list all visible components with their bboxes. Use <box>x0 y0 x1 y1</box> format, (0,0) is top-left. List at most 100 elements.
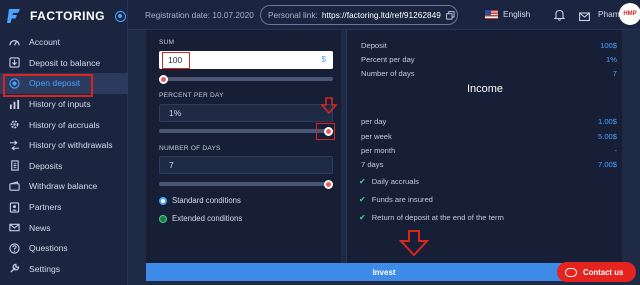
sidebar-item-questions[interactable]: Questions <box>0 238 128 259</box>
bell-icon[interactable] <box>553 8 566 21</box>
sidebar-item-label: Open deposit <box>29 78 81 89</box>
income-label: 7 days <box>361 160 384 169</box>
wrench-icon <box>8 263 20 275</box>
extended-conditions-option[interactable]: Extended conditions <box>159 214 242 223</box>
question-icon <box>8 242 20 254</box>
language-selector[interactable]: English <box>485 9 530 19</box>
sidebar-item-label: Deposits <box>29 160 63 171</box>
deposit-form: SUM 100 $ PERCENT PER DAY 1% NUMBER OF D… <box>146 30 341 263</box>
feature-daily-accruals: ✔ Daily accruals <box>359 177 419 186</box>
sidebar: FACTORING Account Deposit to balance Ope… <box>0 0 128 285</box>
personal-link[interactable]: Personal link: https://factoring.ltd/ref… <box>260 5 458 25</box>
summary-value: 100$ <box>600 41 617 50</box>
sidebar-item-label: News <box>29 222 51 233</box>
bars-icon <box>8 98 20 110</box>
days-slider-handle[interactable] <box>324 179 333 189</box>
income-label: per week <box>361 132 392 141</box>
percent-input[interactable]: 1% <box>159 104 333 122</box>
invest-button[interactable]: Invest <box>146 263 622 281</box>
sidebar-item-label: Partners <box>29 202 62 213</box>
income-value: 7.00$ <box>597 160 617 169</box>
chat-icon <box>565 267 577 277</box>
copy-icon[interactable] <box>446 10 455 20</box>
income-value: 1.00$ <box>597 117 617 126</box>
sum-highlight <box>162 52 190 69</box>
income-value: - <box>614 146 617 155</box>
list-icon <box>8 160 20 172</box>
sidebar-nav: Account Deposit to balance Open deposit … <box>0 32 128 279</box>
summary-label: Percent per day <box>361 55 415 64</box>
sidebar-item-deposits[interactable]: Deposits <box>0 156 128 177</box>
language-label: English <box>503 9 531 19</box>
sidebar-item-label: Withdraw balance <box>29 181 98 192</box>
mail-icon <box>8 222 20 234</box>
sum-slider[interactable] <box>159 74 333 84</box>
logo-icon <box>6 8 22 24</box>
sidebar-item-history-of-accruals[interactable]: History of accruals <box>0 114 128 135</box>
percent-slider[interactable] <box>159 126 333 136</box>
sidebar-item-account[interactable]: Account <box>0 32 128 53</box>
income-summary: Deposit 100$ Percent per day 1% Number o… <box>346 30 622 263</box>
summary-value: 1% <box>606 55 617 64</box>
income-label: per month <box>361 146 396 155</box>
feature-funds-insured: ✔ Funds are insured <box>359 195 433 204</box>
top-bar: Registration date: 10.07.2020 Personal l… <box>128 0 640 30</box>
sidebar-item-deposit-to-balance[interactable]: Deposit to balance <box>0 53 128 74</box>
sidebar-item-label: Questions <box>29 243 68 254</box>
sum-slider-handle[interactable] <box>159 74 168 84</box>
days-input[interactable]: 7 <box>159 156 333 174</box>
sidebar-item-history-of-inputs[interactable]: History of inputs <box>0 94 128 115</box>
personal-link-label: Personal link: <box>268 10 318 20</box>
registration-date: Registration date: 10.07.2020 <box>145 10 254 20</box>
us-flag-icon <box>485 9 498 19</box>
app-name: FACTORING <box>30 9 105 23</box>
summary-days-row: Number of days 7 <box>361 69 617 78</box>
income-value: 5.00$ <box>597 132 617 141</box>
income-per-week-row: per week 5.00$ <box>361 132 617 141</box>
percent-label: PERCENT PER DAY <box>159 92 224 99</box>
contact-label: Contact us <box>583 267 624 277</box>
contact-us-button[interactable]: Contact us <box>557 262 636 282</box>
speedometer-icon <box>8 36 20 48</box>
messages-icon[interactable] <box>579 9 590 22</box>
sidebar-item-label: History of accruals <box>29 119 100 130</box>
check-icon: ✔ <box>359 177 366 186</box>
partners-icon <box>8 201 20 213</box>
standard-conditions-option[interactable]: Standard conditions <box>159 196 241 205</box>
feature-label: Daily accruals <box>371 177 419 186</box>
days-slider[interactable] <box>159 179 333 189</box>
days-value: 7 <box>169 160 174 170</box>
income-per-month-row: per month - <box>361 146 617 155</box>
feature-label: Funds are insured <box>371 195 433 204</box>
personal-link-url[interactable]: https://factoring.ltd/ref/91262849 <box>322 10 441 20</box>
settings-gear-icon[interactable] <box>114 10 126 22</box>
sidebar-item-label: History of withdrawals <box>29 140 113 151</box>
sidebar-item-label: Deposit to balance <box>29 57 101 68</box>
sidebar-item-news[interactable]: News <box>0 217 128 238</box>
wallet-icon <box>8 180 20 192</box>
sidebar-item-settings[interactable]: Settings <box>0 259 128 280</box>
check-icon: ✔ <box>359 195 366 204</box>
logo[interactable]: FACTORING <box>6 6 126 26</box>
sidebar-item-partners[interactable]: Partners <box>0 197 128 218</box>
arrow-down-box-icon <box>8 57 20 69</box>
gear-icon <box>8 119 20 131</box>
sum-label: SUM <box>159 39 175 46</box>
check-icon: ✔ <box>359 213 366 222</box>
sidebar-item-history-of-withdrawals[interactable]: History of withdrawals <box>0 135 128 156</box>
summary-label: Number of days <box>361 69 415 78</box>
avatar[interactable]: HMP <box>619 3 640 25</box>
percent-slider-highlight <box>316 123 335 140</box>
sidebar-item-withdraw-balance[interactable]: Withdraw balance <box>0 176 128 197</box>
income-label: per day <box>361 117 387 126</box>
username[interactable]: Pham <box>598 9 620 19</box>
summary-deposit-row: Deposit 100$ <box>361 41 617 50</box>
sidebar-item-open-deposit[interactable]: Open deposit <box>0 73 128 97</box>
feature-return-of-deposit: ✔ Return of deposit at the end of the te… <box>359 213 504 222</box>
summary-value: 7 <box>612 69 617 78</box>
income-title: Income <box>466 83 504 95</box>
option-label: Standard conditions <box>172 196 241 205</box>
option-label: Extended conditions <box>172 214 243 223</box>
summary-label: Deposit <box>361 41 387 50</box>
feature-label: Return of deposit at the end of the term <box>371 213 504 222</box>
